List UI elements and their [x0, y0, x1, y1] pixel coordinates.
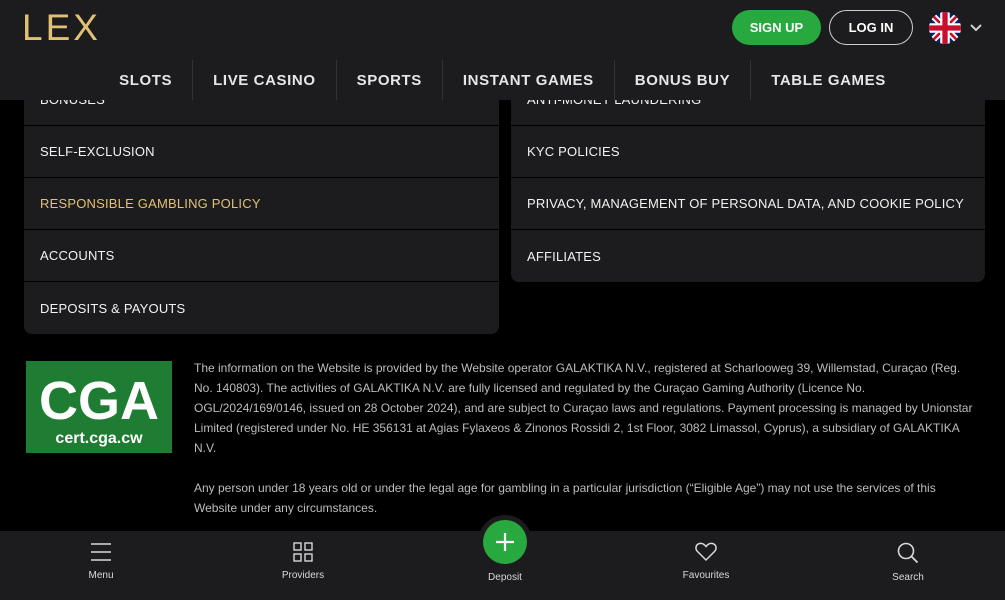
login-button[interactable]: LOG IN — [829, 10, 913, 45]
link-privacy-policy[interactable]: PRIVACY, MANAGEMENT OF PERSONAL DATA, AN… — [511, 178, 985, 230]
plus-icon — [496, 533, 514, 551]
nav-item-instant-games[interactable]: INSTANT GAMES — [443, 60, 615, 100]
nav-item-bonus-buy[interactable]: BONUS BUY — [615, 60, 752, 100]
bottom-tab-search-label: Search — [892, 572, 924, 583]
link-affiliates[interactable]: AFFILIATES — [511, 230, 985, 282]
footer-links-left: BONUSES SELF-EXCLUSION RESPONSIBLE GAMBL… — [24, 74, 499, 334]
bottom-tab-search[interactable]: Search — [858, 531, 958, 600]
link-responsible-gambling[interactable]: RESPONSIBLE GAMBLING POLICY — [24, 178, 499, 230]
license-info: The information on the Website is provid… — [194, 358, 979, 518]
link-self-exclusion[interactable]: SELF-EXCLUSION — [24, 126, 499, 178]
age-restriction-paragraph: Any person under 18 years old or under t… — [194, 481, 936, 515]
bottom-tab-providers[interactable]: Providers — [253, 531, 353, 600]
main-nav: SLOTS LIVE CASINO SPORTS INSTANT GAMES B… — [0, 60, 1005, 100]
signup-button[interactable]: SIGN UP — [732, 10, 821, 45]
cga-badge-url: cert.cga.cw — [55, 430, 143, 447]
bottom-tab-menu[interactable]: Menu — [51, 531, 151, 600]
link-deposits-payouts[interactable]: DEPOSITS & PAYOUTS — [24, 282, 499, 334]
hamburger-menu-icon — [91, 543, 111, 561]
search-icon — [897, 542, 919, 564]
uk-flag-icon — [929, 12, 961, 44]
chevron-down-icon — [970, 24, 982, 32]
nav-item-slots[interactable]: SLOTS — [99, 60, 194, 100]
footer-links-right: ANTI-MONEY LAUNDERING KYC POLICIES PRIVA… — [511, 74, 985, 282]
language-selector[interactable] — [929, 12, 989, 44]
bottom-tab-providers-label: Providers — [281, 570, 325, 581]
site-logo[interactable]: LEX — [22, 9, 101, 46]
license-paragraph: The information on the Website is provid… — [194, 361, 973, 455]
nav-item-live-casino[interactable]: LIVE CASINO — [193, 60, 337, 100]
deposit-label: Deposit — [488, 572, 522, 583]
nav-item-table-games[interactable]: TABLE GAMES — [751, 60, 906, 100]
bottom-tab-menu-label: Menu — [88, 570, 114, 581]
cga-license-badge[interactable]: CGA cert.cga.cw — [26, 361, 172, 453]
link-accounts[interactable]: ACCOUNTS — [24, 230, 499, 282]
nav-item-sports[interactable]: SPORTS — [337, 60, 443, 100]
site-header: LEX SIGN UP LOG IN SLOTS LIVE CASINO SPO… — [0, 0, 1005, 100]
deposit-button[interactable] — [483, 520, 527, 564]
grid-icon — [293, 542, 313, 562]
bottom-tab-favourites-label: Favourites — [682, 570, 730, 581]
cga-badge-title: CGA — [39, 371, 159, 431]
heart-icon — [695, 542, 717, 562]
link-kyc-policies[interactable]: KYC POLICIES — [511, 126, 985, 178]
bottom-tab-favourites[interactable]: Favourites — [656, 531, 756, 600]
